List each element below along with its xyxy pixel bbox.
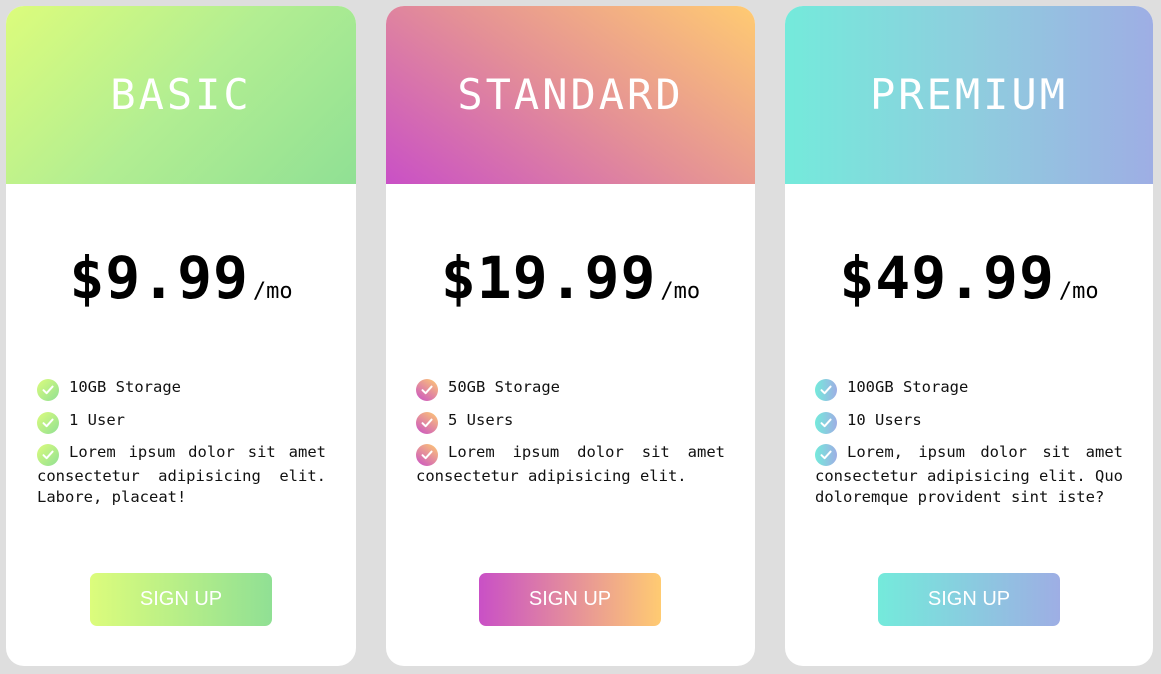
- check-circle-icon: [815, 379, 837, 401]
- feature-text: 100GB Storage: [847, 378, 969, 396]
- feature-text: 10 Users: [847, 410, 922, 429]
- feature-text: 5 Users: [448, 410, 514, 429]
- price-amount: $9.99: [69, 244, 249, 312]
- feature-item: Lorem, ipsum dolor sit amet consectetur …: [815, 442, 1123, 507]
- feature-item: 10GB Storage: [37, 377, 326, 401]
- sign-up-button-standard[interactable]: SIGN UP: [479, 573, 661, 626]
- feature-text: 1 User: [69, 410, 125, 429]
- plan-title: PREMIUM: [869, 69, 1068, 119]
- feature-item: 5 Users: [416, 410, 725, 434]
- plan-title: STANDARD: [457, 69, 684, 119]
- price-period: /mo: [252, 279, 293, 304]
- pricing-cards: BASIC $9.99/mo 10GB Storage 1 User Lorem…: [0, 0, 1161, 674]
- feature-list: 50GB Storage 5 Users Lorem ipsum dolor s…: [416, 377, 725, 495]
- check-circle-icon: [416, 444, 438, 466]
- price-amount: $19.99: [440, 244, 657, 312]
- plan-price: $49.99/mo: [785, 244, 1153, 312]
- plan-card-premium: PREMIUM $49.99/mo 100GB Storage 10 Users…: [785, 6, 1153, 666]
- check-circle-icon: [815, 411, 837, 434]
- feature-text: 50GB Storage: [448, 378, 560, 396]
- feature-item: Lorem ipsum dolor sit amet consectetur a…: [416, 442, 725, 487]
- sign-up-button-premium[interactable]: SIGN UP: [878, 573, 1060, 626]
- plan-header: STANDARD: [386, 6, 755, 184]
- check-circle-icon: [416, 411, 438, 434]
- price-period: /mo: [660, 279, 701, 304]
- feature-item: 1 User: [37, 410, 326, 434]
- feature-text: Lorem ipsum dolor sit amet consectetur a…: [416, 443, 725, 485]
- feature-list: 10GB Storage 1 User Lorem ipsum dolor si…: [37, 377, 326, 516]
- plan-card-basic: BASIC $9.99/mo 10GB Storage 1 User Lorem…: [6, 6, 356, 666]
- plan-card-standard: STANDARD $19.99/mo 50GB Storage 5 Users …: [386, 6, 755, 666]
- feature-text: Lorem, ipsum dolor sit amet consectetur …: [815, 443, 1123, 506]
- feature-item: 10 Users: [815, 410, 1123, 434]
- feature-item: Lorem ipsum dolor sit amet consectetur a…: [37, 442, 326, 507]
- feature-list: 100GB Storage 10 Users Lorem, ipsum dolo…: [815, 377, 1123, 516]
- check-circle-icon: [416, 379, 438, 401]
- feature-text: 10GB Storage: [69, 378, 181, 396]
- check-circle-icon: [37, 411, 59, 434]
- check-circle-icon: [815, 444, 837, 466]
- check-circle-icon: [37, 379, 59, 401]
- feature-item: 100GB Storage: [815, 377, 1123, 401]
- sign-up-button-basic[interactable]: SIGN UP: [90, 573, 272, 626]
- feature-item: 50GB Storage: [416, 377, 725, 401]
- check-circle-icon: [37, 444, 59, 466]
- plan-price: $19.99/mo: [386, 244, 755, 312]
- plan-title: BASIC: [110, 69, 252, 119]
- plan-price: $9.99/mo: [6, 244, 356, 312]
- feature-text: Lorem ipsum dolor sit amet consectetur a…: [37, 443, 326, 506]
- plan-header: BASIC: [6, 6, 356, 184]
- price-amount: $49.99: [839, 244, 1055, 312]
- plan-header: PREMIUM: [785, 6, 1153, 184]
- price-period: /mo: [1058, 279, 1099, 304]
